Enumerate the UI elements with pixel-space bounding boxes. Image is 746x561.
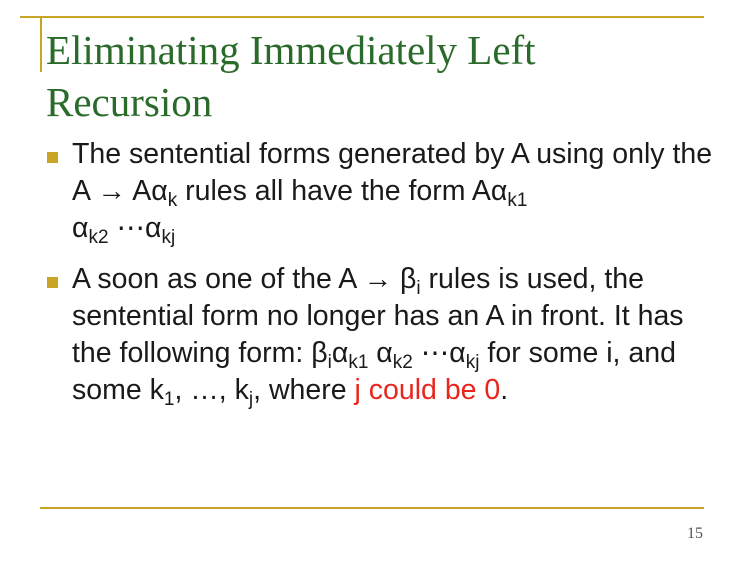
bullet-1-text-2: rules all have the form Aα bbox=[177, 175, 508, 207]
bullet-2-sub-6: 1 bbox=[163, 389, 175, 411]
bullet-2-sub-3: k1 bbox=[348, 352, 369, 374]
bullet-1-sub-4: kj bbox=[161, 227, 176, 249]
bullet-2-sub-4: k2 bbox=[392, 352, 413, 374]
bullet-2-text-5: ⋯α bbox=[412, 337, 466, 369]
top-divider bbox=[20, 16, 704, 18]
square-bullet-icon bbox=[47, 277, 58, 288]
bullet-2-text-8: , where bbox=[253, 374, 355, 406]
bullet-1-text-4: ⋯α bbox=[108, 212, 162, 244]
bullet-2-text-9: . bbox=[500, 374, 509, 406]
title-line-1: Eliminating Immediately Left bbox=[46, 27, 536, 73]
bullet-1-sub-2: k1 bbox=[507, 190, 528, 212]
bullet-2-sub-5: kj bbox=[465, 352, 480, 374]
highlighted-text: j could be 0 bbox=[354, 374, 501, 406]
bullet-2-text-4: α bbox=[368, 337, 393, 369]
left-divider bbox=[40, 16, 42, 72]
slide: Eliminating Immediately Left Recursion T… bbox=[0, 0, 746, 561]
bullet-item-1: The sentential forms generated by A usin… bbox=[44, 136, 724, 247]
bottom-divider bbox=[40, 507, 704, 509]
square-bullet-icon bbox=[47, 152, 58, 163]
bullet-2-text-7: , …, k bbox=[174, 374, 249, 406]
bullet-2-text-3: α bbox=[331, 337, 349, 369]
bullet-2-text-1: A soon as one of the A → β bbox=[72, 263, 417, 295]
title-line-2: Recursion bbox=[46, 79, 213, 125]
bullet-1-sub-3: k2 bbox=[88, 227, 109, 249]
bullet-list: The sentential forms generated by A usin… bbox=[44, 136, 724, 423]
bullet-1-text-3: α bbox=[72, 212, 89, 244]
slide-title: Eliminating Immediately Left Recursion bbox=[46, 24, 706, 128]
bullet-item-2: A soon as one of the A → βi rules is use… bbox=[44, 261, 724, 409]
page-number: 15 bbox=[687, 525, 703, 542]
bullet-1-sub-1: k bbox=[167, 190, 178, 212]
